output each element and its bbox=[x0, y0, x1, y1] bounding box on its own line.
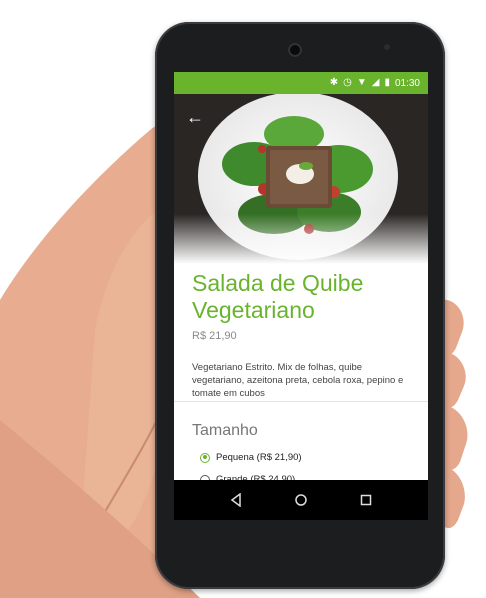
product-title: Salada de Quibe Vegetariano bbox=[192, 270, 364, 323]
nav-recents-icon[interactable] bbox=[356, 490, 376, 510]
signal-icon: ◢ bbox=[371, 77, 380, 88]
product-description: Vegetariano Estrito. Mix de folhas, quib… bbox=[192, 362, 404, 399]
android-nav-bar bbox=[174, 480, 428, 520]
status-time: 01:30 bbox=[394, 77, 420, 89]
size-option-label: Pequena (R$ 21,90) bbox=[216, 452, 302, 463]
front-camera bbox=[288, 43, 302, 57]
wifi-icon: ▼ bbox=[356, 77, 367, 88]
divider bbox=[174, 401, 428, 402]
alarm-icon: ◷ bbox=[343, 77, 352, 88]
size-section-label: Tamanho bbox=[192, 422, 258, 439]
size-option-small[interactable]: Pequena (R$ 21,90) bbox=[200, 452, 302, 463]
bluetooth-icon: ✱ bbox=[329, 77, 339, 88]
app-screen: ✱ ◷ ▼ ◢ ▮ 01:30 ← Salada de Quibe Vegeta… bbox=[174, 72, 428, 512]
product-price: R$ 21,90 bbox=[192, 330, 237, 342]
back-arrow-icon[interactable]: ← bbox=[184, 106, 206, 128]
proximity-sensor bbox=[384, 44, 390, 50]
radio-checked-icon[interactable] bbox=[200, 452, 210, 463]
nav-back-icon[interactable] bbox=[226, 490, 246, 510]
battery-icon: ▮ bbox=[384, 77, 390, 88]
nav-home-icon[interactable] bbox=[291, 490, 311, 510]
status-bar: ✱ ◷ ▼ ◢ ▮ 01:30 bbox=[174, 72, 428, 94]
product-image bbox=[174, 94, 428, 264]
